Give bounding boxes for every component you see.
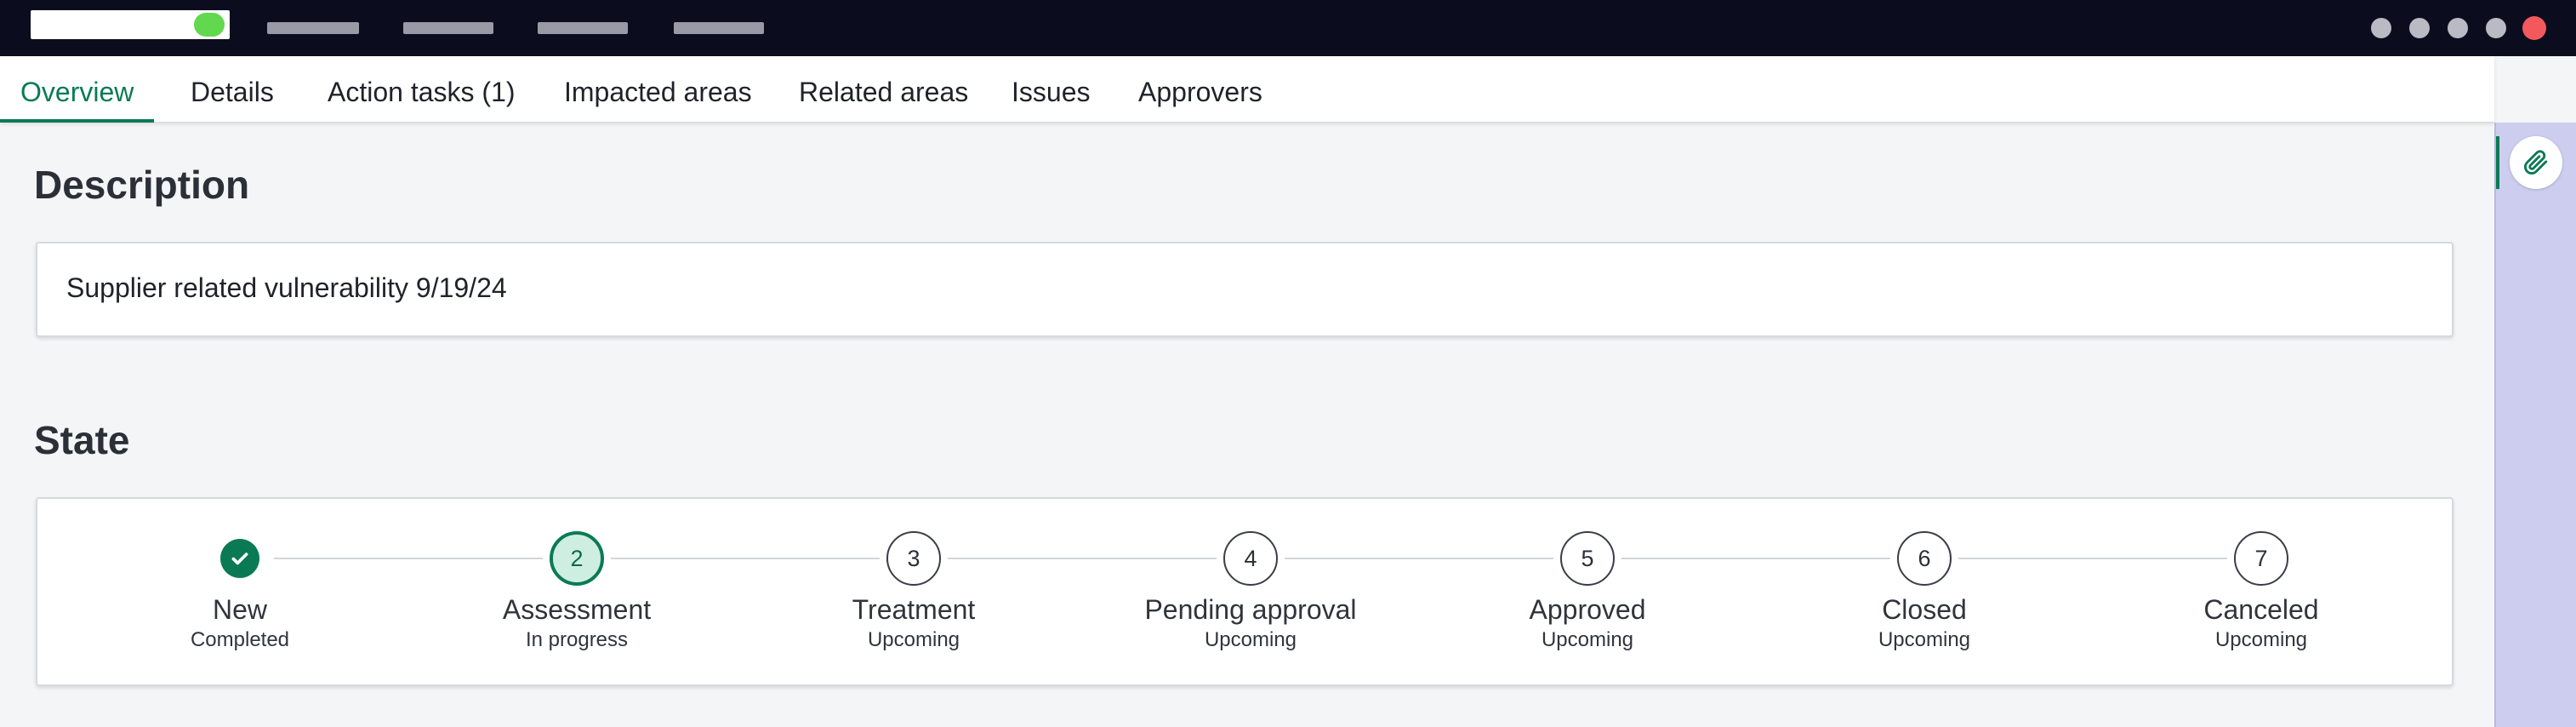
nav-item-1[interactable]	[267, 22, 359, 34]
step-status: Upcoming	[1878, 628, 1971, 651]
step-circle: 7	[2234, 531, 2288, 586]
step-treatment: 3 Treatment Upcoming	[778, 499, 1050, 686]
description-heading: Description	[34, 163, 250, 207]
top-bar	[0, 0, 2576, 56]
tab-details[interactable]: Details	[170, 56, 294, 123]
tab-related-areas[interactable]: Related areas	[778, 56, 989, 123]
nav-item-4[interactable]	[674, 22, 764, 34]
tab-action-tasks[interactable]: Action tasks (1)	[307, 56, 536, 123]
step-circle-completed	[220, 539, 259, 578]
state-stepper: New Completed 2 Assessment In progress 3…	[36, 497, 2453, 686]
state-heading: State	[34, 418, 130, 462]
step-status: Upcoming	[2214, 628, 2308, 651]
side-panel	[2494, 123, 2576, 727]
tab-overview[interactable]: Overview	[0, 56, 155, 123]
window-control-3[interactable]	[2448, 18, 2468, 38]
window-control-4[interactable]	[2486, 18, 2506, 38]
step-circle: 6	[1897, 531, 1952, 586]
step-name: New	[212, 594, 267, 625]
step-new: New Completed	[104, 499, 376, 686]
nav-item-3[interactable]	[538, 22, 628, 34]
description-card: Supplier related vulnerability 9/19/24	[36, 242, 2453, 337]
tab-bar: Overview Details Action tasks (1) Impact…	[0, 56, 2494, 123]
description-text: Supplier related vulnerability 9/19/24	[66, 272, 507, 303]
step-canceled: 7 Canceled Upcoming	[2125, 499, 2397, 686]
step-approved: 5 Approved Upcoming	[1451, 499, 1724, 686]
step-circle: 4	[1223, 531, 1278, 586]
step-status: Upcoming	[1204, 628, 1297, 651]
step-circle: 5	[1560, 531, 1615, 586]
tab-impacted-areas[interactable]: Impacted areas	[544, 56, 772, 123]
step-assessment: 2 Assessment In progress	[441, 499, 713, 686]
step-status: Upcoming	[867, 628, 960, 651]
tab-issues[interactable]: Issues	[991, 56, 1110, 123]
step-status: In progress	[525, 628, 629, 651]
step-name: Closed	[1882, 594, 1967, 625]
step-name: Canceled	[2203, 594, 2319, 625]
nav-item-2[interactable]	[403, 22, 493, 34]
active-panel-indicator	[2496, 136, 2499, 189]
paperclip-icon	[2524, 150, 2548, 175]
window-control-1[interactable]	[2371, 18, 2391, 38]
step-circle-current: 2	[550, 531, 604, 586]
step-name: Approved	[1529, 594, 1646, 625]
step-name: Treatment	[852, 594, 976, 625]
attachments-button[interactable]	[2510, 136, 2562, 189]
step-status: Completed	[190, 628, 290, 651]
step-name: Assessment	[502, 594, 652, 625]
close-window-button[interactable]	[2522, 16, 2546, 40]
side-panel-divider	[2494, 123, 2496, 727]
step-status: Upcoming	[1541, 628, 1634, 651]
step-circle: 3	[886, 531, 941, 586]
window-control-2[interactable]	[2409, 18, 2430, 38]
step-closed: 6 Closed Upcoming	[1788, 499, 2060, 686]
tab-approvers[interactable]: Approvers	[1118, 56, 1283, 123]
step-name: Pending approval	[1144, 594, 1357, 625]
step-pending-approval: 4 Pending approval Upcoming	[1114, 499, 1387, 686]
checkmark-icon	[231, 552, 248, 565]
status-indicator-dot	[194, 13, 225, 37]
